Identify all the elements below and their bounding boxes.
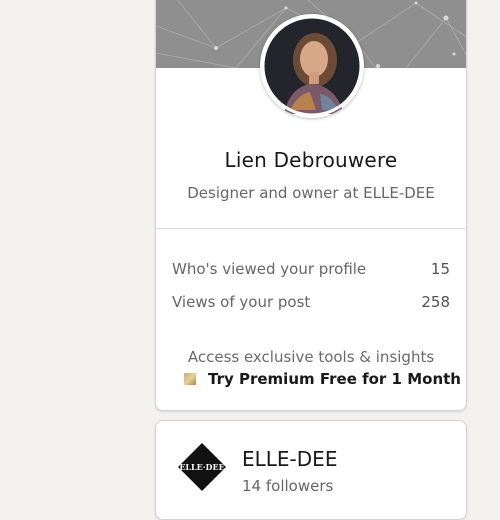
stat-label: Who's viewed your profile — [172, 260, 367, 278]
svg-text:ELLE·DEE: ELLE·DEE — [179, 462, 224, 472]
company-logo-diamond-icon: ELLE·DEE — [178, 443, 226, 491]
profile-card: Lien Debrouwere Designer and owner at EL… — [155, 0, 467, 411]
try-premium-link[interactable]: Try Premium Free for 1 Month — [184, 370, 461, 388]
premium-teaser: Access exclusive tools & insights — [187, 348, 435, 366]
profile-headline: Designer and owner at ELLE-DEE — [187, 184, 435, 202]
stat-post-views[interactable]: Views of your post 258 — [172, 293, 450, 311]
stat-value: 15 — [430, 260, 450, 278]
stat-profile-views[interactable]: Who's viewed your profile 15 — [172, 260, 450, 278]
company-card[interactable]: ELLE·DEE ELLE-DEE 14 followers — [155, 420, 467, 520]
divider — [156, 228, 466, 229]
avatar[interactable] — [260, 14, 364, 118]
stat-label: Views of your post — [172, 293, 311, 311]
company-logo[interactable]: ELLE·DEE — [176, 441, 228, 493]
premium-gold-square-icon — [184, 373, 196, 385]
stat-value: 258 — [421, 293, 450, 311]
company-name[interactable]: ELLE-DEE — [242, 447, 337, 471]
avatar-photo — [261, 15, 363, 117]
company-followers: 14 followers — [242, 477, 334, 495]
premium-cta-label: Try Premium Free for 1 Month — [208, 370, 461, 388]
profile-name[interactable]: Lien Debrouwere — [156, 148, 466, 172]
